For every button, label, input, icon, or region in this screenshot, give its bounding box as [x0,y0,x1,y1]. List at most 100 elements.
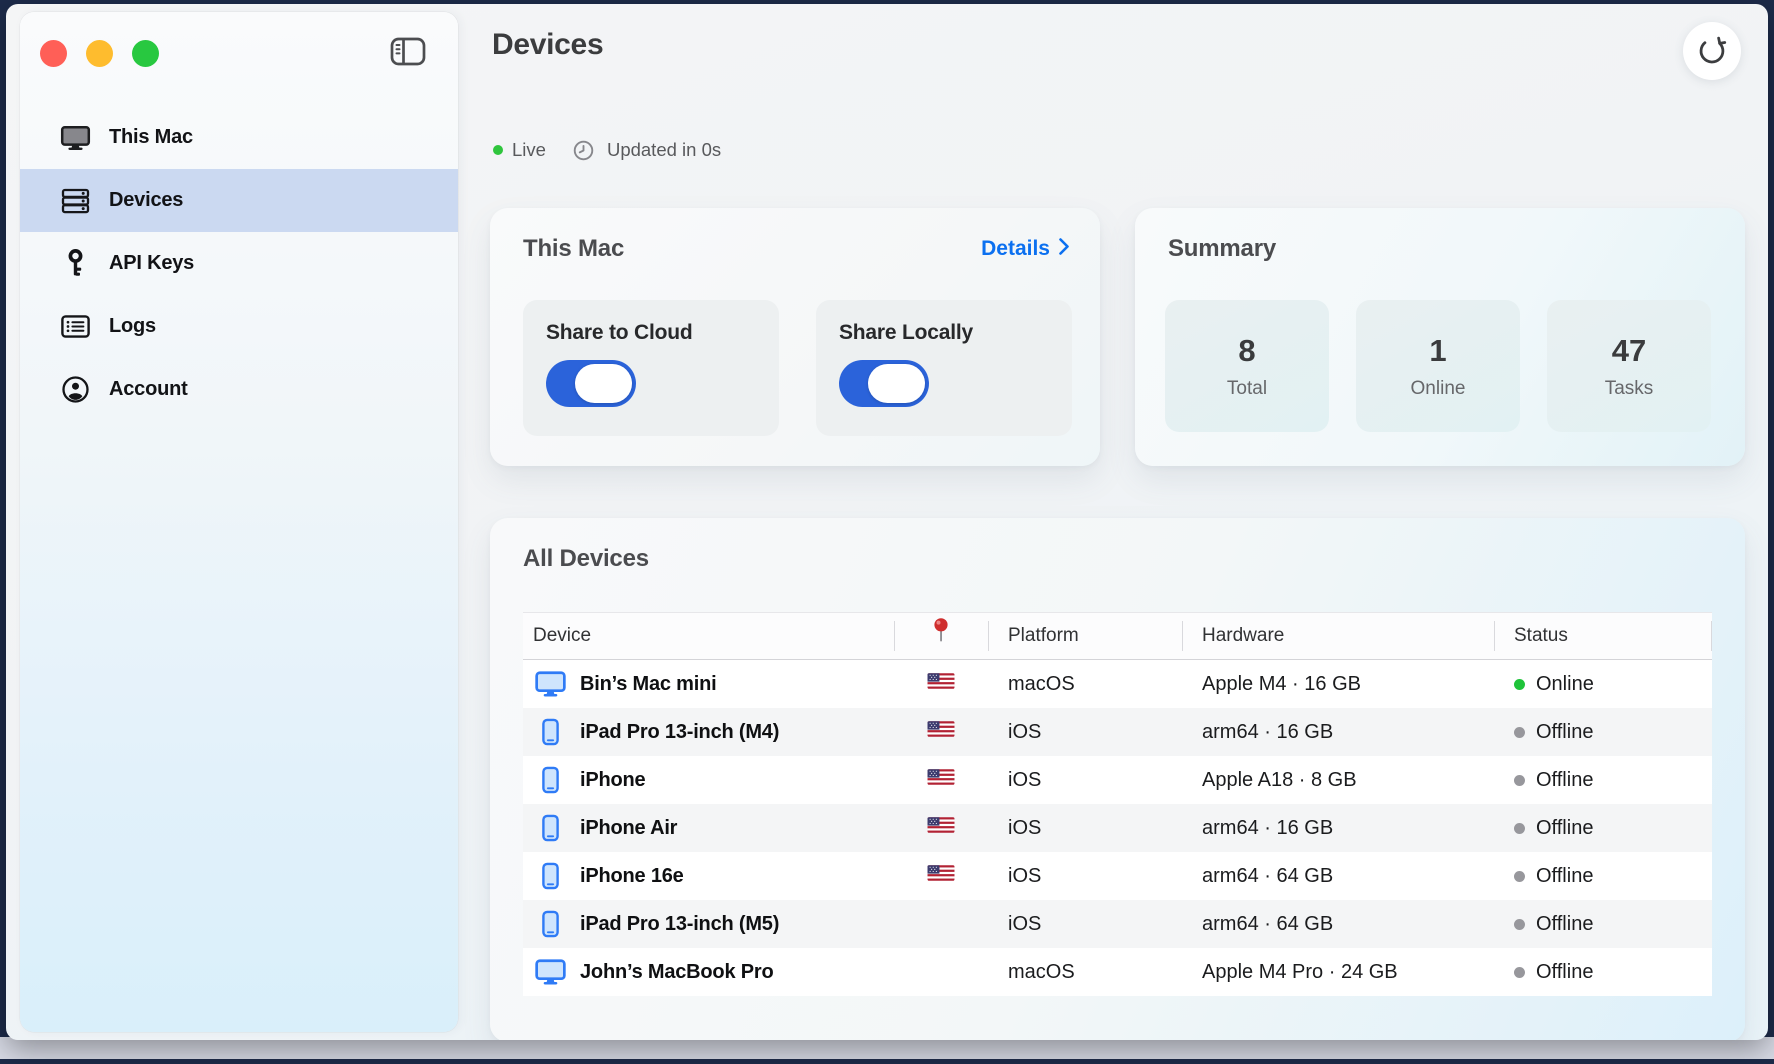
table-row[interactable]: Bin’s Mac minimacOSApple M4 · 16 GBOnlin… [523,660,1712,708]
table-header: Device Platform Hardware Status [523,612,1712,660]
sidebar-item-label: Devices [109,189,183,212]
table-row[interactable]: iPhone AiriOSarm64 · 16 GBOffline [523,804,1712,852]
location-cell [894,756,988,804]
platform-cell: iOS [988,804,1182,852]
status-cell: Offline [1494,708,1712,756]
device-name: iPhone 16e [580,865,684,888]
device-name: iPhone [580,769,645,792]
table-row[interactable]: iPhoneiOSApple A18 · 8 GBOffline [523,756,1712,804]
device-cell: Bin’s Mac mini [523,660,894,708]
share-to-cloud-toggle[interactable] [546,360,636,407]
sidebar-item-account[interactable]: Account [20,358,458,421]
this-mac-card-title: This Mac [523,235,624,263]
minimize-button[interactable] [86,40,113,67]
device-name: John’s MacBook Pro [580,961,773,984]
device-name: iPad Pro 13-inch (M4) [580,721,779,744]
sidebar-item-devices[interactable]: Devices [20,169,458,232]
table-row[interactable]: iPhone 16e iOSarm64 · 64 GB Offline [523,852,1712,900]
share-locally-toggle[interactable] [839,360,929,407]
device-cell: iPhone [523,756,894,804]
summary-card: Summary 8 Total 1 Online 47 Tasks [1135,208,1745,466]
status-cell: Online [1494,660,1712,708]
stat-value: 8 [1238,333,1255,369]
platform-cell: iOS [988,900,1182,948]
status-dot [1514,679,1525,690]
details-link[interactable]: Details [981,237,1070,262]
background-window-strip [0,1037,1774,1059]
hardware-cell: arm64 · 64 GB [1182,900,1494,948]
app-window: This Mac Devices [6,4,1768,1040]
sidebar-item-label: Logs [109,315,156,338]
status-label: Offline [1536,769,1593,792]
status-dot [1514,823,1525,834]
page-title: Devices [492,28,603,62]
device-cell: iPad Pro 13-inch (M4) [523,708,894,756]
hardware-cell: arm64 · 64 GB [1182,852,1494,900]
share-to-cloud-box: Share to Cloud [523,300,779,436]
device-name: Bin’s Mac mini [580,673,717,696]
table-row[interactable]: iPad Pro 13-inch (M4)iOSarm64 · 16 GBOff… [523,708,1712,756]
column-status: Status [1494,613,1712,659]
sidebar-item-logs[interactable]: Logs [20,295,458,358]
chevron-right-icon [1058,237,1070,262]
table-row[interactable]: iPad Pro 13-inch (M5) iOSarm64 · 64 GBOff… [523,900,1712,948]
details-label: Details [981,237,1050,261]
column-device: Device [523,613,894,659]
sidebar-item-label: Account [109,378,188,401]
close-button[interactable] [40,40,67,67]
stat-value: 47 [1612,333,1646,369]
sidebar-item-this-mac[interactable]: This Mac [20,106,458,169]
zoom-button[interactable] [132,40,159,67]
location-cell [894,948,988,996]
platform-cell: iOS [988,852,1182,900]
status-label: Offline [1536,865,1593,888]
table-body: Bin’s Mac minimacOSApple M4 · 16 GBOnlin… [523,660,1712,996]
phone-device-icon [533,814,567,842]
phone-device-icon [533,718,567,746]
stat-label: Total [1227,378,1267,400]
refresh-button[interactable] [1683,22,1741,80]
column-platform: Platform [988,613,1182,659]
platform-cell: iOS [988,756,1182,804]
table-row[interactable]: John’s MacBook PromacOSApple M4 Pro · 24… [523,948,1712,996]
sidebar-toggle-icon [388,34,428,71]
server-stack-icon [58,187,92,215]
hardware-cell: Apple M4 Pro · 24 GB [1182,948,1494,996]
status-cell: Offline [1494,900,1712,948]
status-cell: Offline [1494,948,1712,996]
column-hardware: Hardware [1182,613,1494,659]
location-cell [894,852,988,900]
status-cell: Offline [1494,756,1712,804]
sidebar: This Mac Devices [20,12,458,1032]
status-dot [1514,775,1525,786]
status-label: Offline [1536,961,1593,984]
live-status-dot [493,145,503,155]
status-dot [1514,727,1525,738]
phone-device-icon [533,910,567,938]
toggle-knob [575,364,632,403]
stat-online: 1 Online [1356,300,1520,432]
mac-device-icon [533,959,567,985]
sidebar-toggle-button[interactable] [388,34,428,70]
sidebar-item-api-keys[interactable]: API Keys [20,232,458,295]
this-mac-card: This Mac Details Share to Cloud Share Lo… [490,208,1100,466]
mac-device-icon [533,671,567,697]
device-cell: iPhone 16e [523,852,894,900]
platform-cell: iOS [988,708,1182,756]
devices-table: Device Platform Hardware Status Bin’s Ma… [523,612,1712,996]
share-locally-box: Share Locally [816,300,1072,436]
monitor-icon [58,124,92,152]
us-flag-icon [927,719,955,745]
device-cell: iPad Pro 13-inch (M5) [523,900,894,948]
device-name: iPad Pro 13-inch (M5) [580,913,779,936]
sidebar-item-label: This Mac [109,126,193,149]
clock-icon [572,139,595,162]
status-label: Offline [1536,721,1593,744]
status-cell: Offline [1494,852,1712,900]
us-flag-icon [927,767,955,793]
status-label: Offline [1536,817,1593,840]
us-flag-icon [927,863,955,889]
device-name: iPhone Air [580,817,677,840]
location-cell [894,900,988,948]
traffic-lights [40,40,159,67]
